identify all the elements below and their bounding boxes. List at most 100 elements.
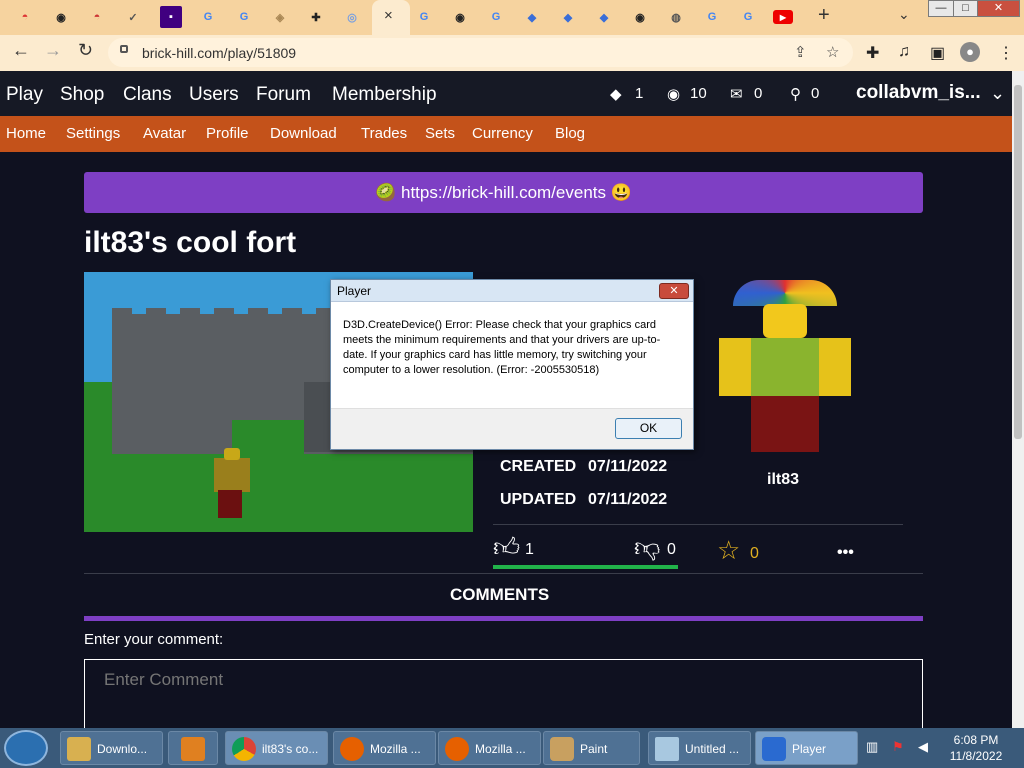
new-tab-icon[interactable]: + xyxy=(818,4,830,27)
taskbar-firefox-1[interactable]: Mozilla ... xyxy=(333,731,436,765)
nav-shop[interactable]: Shop xyxy=(60,84,104,106)
events-banner[interactable]: 🥝 https://brick-hill.com/events 😃 xyxy=(84,172,923,213)
creator-name[interactable]: ilt83 xyxy=(767,471,799,489)
bricks-count[interactable]: 1 xyxy=(635,85,643,102)
dialog-ok-button[interactable]: OK xyxy=(615,418,682,439)
nav-play[interactable]: Play xyxy=(6,84,43,106)
clock-date: 11/8/2022 xyxy=(949,749,1003,763)
notepad-icon xyxy=(655,737,679,761)
maximize-button[interactable]: □ xyxy=(953,0,978,17)
extensions-icon[interactable]: ✚ xyxy=(866,43,879,63)
subnav-download[interactable]: Download xyxy=(270,125,337,142)
page-scrollbar[interactable] xyxy=(1012,71,1024,728)
nav-forum[interactable]: Forum xyxy=(256,84,311,106)
close-window-button[interactable]: ✕ xyxy=(977,0,1020,17)
tab-favicon-12[interactable]: G xyxy=(413,6,435,28)
taskbar-downloads[interactable]: Downlo... xyxy=(60,731,163,765)
clock[interactable]: 6:08 PM 11/8/2022 xyxy=(946,732,1006,764)
messages-count[interactable]: 0 xyxy=(754,85,762,102)
dialog-footer: OK xyxy=(331,408,693,449)
tray-network-icon[interactable]: ▥ xyxy=(866,739,878,755)
fort-crenel xyxy=(112,308,132,318)
tab-youtube-icon[interactable]: ▶ xyxy=(773,10,793,24)
comment-textbox[interactable] xyxy=(84,659,923,739)
reload-icon[interactable]: ↻ xyxy=(78,40,93,61)
profile-avatar-icon[interactable]: ● xyxy=(960,42,980,62)
thumbs-up-icon[interactable]: 👍︎ xyxy=(493,532,520,563)
tab-favicon-1[interactable]: ◓ xyxy=(14,6,36,28)
subnav-trades[interactable]: Trades xyxy=(361,125,407,142)
bricks-icon: ◆ xyxy=(610,86,622,103)
subnav-avatar[interactable]: Avatar xyxy=(143,125,186,142)
dislike-count: 0 xyxy=(667,541,676,558)
scrollbar-thumb[interactable] xyxy=(1014,85,1022,439)
minimize-button[interactable]: — xyxy=(928,0,954,17)
subnav-currency[interactable]: Currency xyxy=(472,125,533,142)
favorite-count: 0 xyxy=(750,545,759,562)
tab-favicon-8[interactable]: ◈ xyxy=(269,6,291,28)
more-options-icon[interactable]: ••• xyxy=(837,544,854,562)
user-chevron-down-icon[interactable]: ⌄ xyxy=(990,83,1005,104)
tab-brickhill-icon-1[interactable]: ◆ xyxy=(521,6,543,28)
avatar-shirt xyxy=(751,338,819,398)
url-text[interactable]: brick-hill.com/play/51809 xyxy=(142,45,296,61)
menu-kebab-icon[interactable]: ⋮ xyxy=(998,43,1014,63)
username-menu[interactable]: collabvm_is... xyxy=(856,82,981,104)
taskbar-notepad[interactable]: Untitled ... xyxy=(648,731,751,765)
tray-volume-icon[interactable]: ◀ xyxy=(918,739,928,755)
forward-icon[interactable]: → xyxy=(44,40,62,61)
subnav-profile[interactable]: Profile xyxy=(206,125,249,142)
comment-input[interactable] xyxy=(85,660,922,700)
tab-puzzle-icon[interactable]: ✚ xyxy=(305,6,327,28)
tab-favicon-7[interactable]: G xyxy=(233,6,255,28)
taskbar-player[interactable]: Player xyxy=(755,731,858,765)
nav-users[interactable]: Users xyxy=(189,84,239,106)
tab-search-chevron-icon[interactable]: ⌄ xyxy=(898,6,910,23)
taskbar-media-player[interactable] xyxy=(168,731,218,765)
tab-favicon-6[interactable]: G xyxy=(197,6,219,28)
nav-membership[interactable]: Membership xyxy=(332,84,437,106)
subnav-blog[interactable]: Blog xyxy=(555,125,585,142)
taskbar-paint[interactable]: Paint xyxy=(543,731,640,765)
friends-count[interactable]: 0 xyxy=(811,85,819,102)
back-icon[interactable]: ← xyxy=(12,40,30,61)
tab-brickhill-icon-2[interactable]: ◆ xyxy=(557,6,579,28)
tab-favicon-10[interactable]: ◎ xyxy=(341,6,363,28)
media-icon[interactable]: ♫ xyxy=(898,43,910,61)
tab-favicon-5[interactable]: ▪ xyxy=(160,6,182,28)
taskbar-firefox-2[interactable]: Mozilla ... xyxy=(438,731,541,765)
fort-crenel xyxy=(146,308,166,318)
subnav-home[interactable]: Home xyxy=(6,125,46,142)
tab-favicon-19[interactable]: ◍ xyxy=(665,6,687,28)
taskbar-chrome[interactable]: ilt83's co... xyxy=(225,731,328,765)
tab-favicon-21[interactable]: G xyxy=(737,6,759,28)
dialog-close-button[interactable]: ✕ xyxy=(659,283,689,299)
player-avatar-torso xyxy=(214,458,250,492)
favorite-star-icon[interactable]: ☆ xyxy=(717,535,740,566)
player-avatar-head xyxy=(224,448,240,460)
tab-close-icon[interactable]: × xyxy=(384,7,393,24)
address-bar[interactable]: brick-hill.com/play/51809 ⇪ ☆ xyxy=(108,38,853,67)
start-button[interactable] xyxy=(4,730,48,766)
subnav-settings[interactable]: Settings xyxy=(66,125,120,142)
subnav-sets[interactable]: Sets xyxy=(425,125,455,142)
firefox-icon xyxy=(445,737,469,761)
tray-action-center-icon[interactable]: ⚑ xyxy=(892,739,904,755)
nav-clans[interactable]: Clans xyxy=(123,84,172,106)
creator-avatar[interactable] xyxy=(719,280,851,460)
comments-underline xyxy=(84,616,923,621)
tab-favicon-4[interactable]: ✓ xyxy=(122,6,144,28)
share-icon[interactable]: ⇪ xyxy=(794,43,807,61)
tab-favicon-18[interactable]: ◉ xyxy=(629,6,651,28)
dialog-titlebar[interactable]: Player ✕ xyxy=(331,280,693,302)
tab-favicon-3[interactable]: ◓ xyxy=(86,6,108,28)
bits-count[interactable]: 10 xyxy=(690,85,707,102)
side-panel-icon[interactable]: ▣ xyxy=(930,43,945,63)
bookmark-star-icon[interactable]: ☆ xyxy=(826,43,839,61)
tab-favicon-14[interactable]: G xyxy=(485,6,507,28)
tab-favicon-20[interactable]: G xyxy=(701,6,723,28)
tab-favicon-2[interactable]: ◉ xyxy=(50,6,72,28)
tab-brickhill-icon-3[interactable]: ◆ xyxy=(593,6,615,28)
tab-favicon-13[interactable]: ◉ xyxy=(449,6,471,28)
thumbs-down-icon[interactable]: 👎︎ xyxy=(634,532,660,563)
